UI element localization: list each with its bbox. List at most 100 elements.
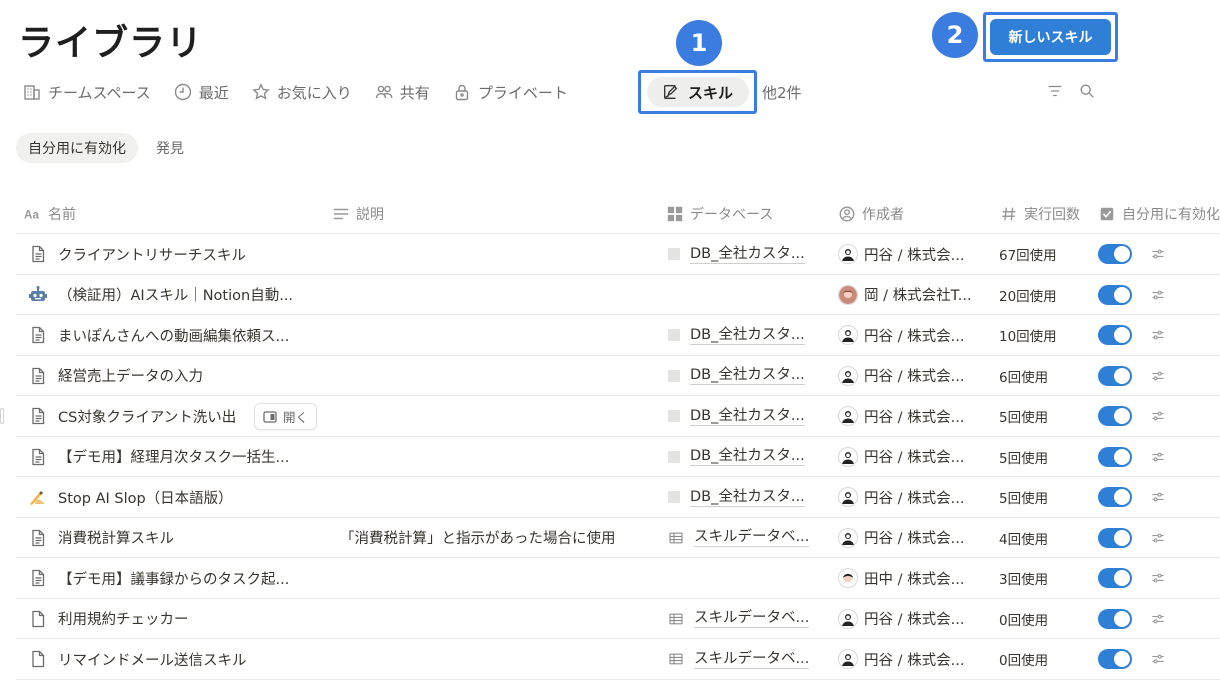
row-name-cell[interactable]: 利用規約チェッカー — [28, 599, 328, 639]
row-name-cell[interactable]: まいぽんさんへの動画編集依頼ス... — [28, 315, 328, 355]
enabled-toggle[interactable] — [1098, 608, 1132, 629]
settings-sliders-icon[interactable] — [1150, 234, 1170, 274]
settings-sliders-icon[interactable] — [1150, 356, 1170, 396]
table-row[interactable]: クライアントリサーチスキル DB_全社カスタ... 円谷 / 株式会... 67回使用 — [16, 234, 1220, 275]
row-name-cell[interactable]: リマインドメール送信スキル — [28, 639, 328, 679]
column-header-enabled[interactable]: 自分用に有効化 — [1098, 204, 1220, 224]
table-row[interactable]: 利用規約チェッカー スキルデータベ... 円谷 / 株式会... 0回使用 — [16, 599, 1220, 639]
enabled-toggle[interactable] — [1098, 325, 1132, 345]
enabled-toggle[interactable] — [1098, 527, 1132, 548]
row-name-cell[interactable]: 【デモ用】議事録からのタスク起... — [28, 558, 328, 598]
row-name-cell[interactable]: クライアントリサーチスキル — [28, 234, 328, 274]
row-author-cell[interactable]: 円谷 / 株式会... — [838, 437, 978, 477]
row-database: DB_全社カスタ... — [690, 367, 805, 385]
row-drag-handle[interactable] — [0, 408, 4, 424]
enabled-toggle[interactable] — [1098, 568, 1132, 588]
tab-skills[interactable]: スキル — [662, 76, 733, 108]
row-database-cell[interactable] — [668, 558, 820, 598]
enabled-toggle[interactable] — [1098, 284, 1132, 305]
row-author-cell[interactable]: 円谷 / 株式会... — [838, 234, 978, 274]
settings-sliders-icon[interactable] — [1150, 558, 1170, 598]
row-author-cell[interactable]: 円谷 / 株式会... — [838, 356, 978, 396]
row-description — [340, 356, 660, 396]
lock-icon — [455, 84, 469, 101]
settings-sliders-icon[interactable] — [1150, 437, 1170, 477]
avatar — [838, 527, 858, 548]
enabled-toggle[interactable] — [1098, 244, 1132, 264]
lines-icon — [333, 208, 349, 219]
row-name-cell[interactable]: （検証用）AIスキル｜Notion自動... — [28, 275, 328, 315]
table-row[interactable]: まいぽんさんへの動画編集依頼ス... DB_全社カスタ... 円谷 / 株式会...… — [16, 315, 1220, 356]
row-database-cell[interactable]: スキルデータベ... — [668, 518, 820, 558]
tab-recent[interactable]: 最近 — [173, 76, 229, 108]
settings-sliders-icon[interactable] — [1150, 599, 1170, 639]
row-database-cell[interactable]: DB_全社カスタ... — [668, 437, 820, 477]
row-author: 岡 / 株式会社T... — [864, 288, 972, 304]
settings-sliders-icon[interactable] — [1150, 275, 1170, 315]
column-header-description[interactable]: 説明 — [332, 204, 384, 224]
enabled-toggle[interactable] — [1098, 446, 1132, 467]
row-author-cell[interactable]: 円谷 / 株式会... — [838, 477, 978, 517]
enabled-toggle[interactable] — [1098, 487, 1132, 507]
settings-sliders-icon[interactable] — [1150, 315, 1170, 355]
row-author: 円谷 / 株式会... — [864, 247, 965, 264]
settings-sliders-icon[interactable] — [1150, 518, 1170, 558]
blank-page-icon — [28, 609, 48, 629]
table-row[interactable]: 【デモ用】経理月次タスク一括生... DB_全社カスタ... 円谷 / 株式会...… — [16, 437, 1220, 477]
row-description — [340, 639, 660, 679]
new-skill-button[interactable]: 新しいスキル — [990, 19, 1111, 55]
row-author-cell[interactable]: 円谷 / 株式会... — [838, 396, 978, 436]
settings-sliders-icon[interactable] — [1150, 396, 1170, 436]
settings-sliders-icon[interactable] — [1150, 477, 1170, 517]
enabled-toggle[interactable] — [1098, 365, 1132, 386]
row-name-cell[interactable]: 経営売上データの入力 — [28, 356, 328, 396]
row-name-cell[interactable]: Stop AI Slop（日本語版） — [28, 477, 328, 517]
filter-icon[interactable] — [1046, 82, 1064, 100]
row-description — [340, 315, 660, 355]
row-database-cell[interactable]: スキルデータベ... — [668, 599, 820, 639]
table-row[interactable]: Stop AI Slop（日本語版） DB_全社カスタ... 円谷 / 株式会...… — [16, 477, 1220, 518]
row-author-cell[interactable]: 田中 / 株式会... — [838, 558, 978, 598]
row-database-cell[interactable]: DB_全社カスタ... — [668, 234, 820, 274]
table-row[interactable]: リマインドメール送信スキル スキルデータベ... 円谷 / 株式会... 0回使用 — [16, 639, 1220, 680]
search-icon[interactable] — [1078, 82, 1096, 100]
table-header: Aa 名前 説明 データベース 作成者 実行回数 自分用に有効化 — [16, 194, 1220, 234]
side-peek-icon — [263, 410, 277, 423]
filter-discover[interactable]: 発見 — [144, 133, 196, 163]
tab-private[interactable]: プライベート — [452, 76, 568, 108]
row-enabled-cell — [1098, 437, 1138, 477]
row-description — [340, 477, 660, 517]
row-author-cell[interactable]: 岡 / 株式会社T... — [838, 275, 978, 315]
column-header-name[interactable]: Aa 名前 — [24, 204, 76, 224]
row-database-cell[interactable]: DB_全社カスタ... — [668, 396, 820, 436]
row-database: DB_全社カスタ... — [690, 245, 805, 264]
row-database-cell[interactable]: DB_全社カスタ... — [668, 477, 820, 517]
table-row[interactable]: （検証用）AIスキル｜Notion自動... 岡 / 株式会社T... 20回使用 — [16, 275, 1220, 315]
column-header-database[interactable]: データベース — [666, 204, 773, 224]
enabled-toggle[interactable] — [1098, 406, 1132, 426]
row-author-cell[interactable]: 円谷 / 株式会... — [838, 639, 978, 679]
row-author-cell[interactable]: 円谷 / 株式会... — [838, 315, 978, 355]
filter-enabled-for-me[interactable]: 自分用に有効化 — [16, 133, 138, 163]
column-header-uses[interactable]: 実行回数 — [1000, 204, 1082, 224]
row-database-cell[interactable]: DB_全社カスタ... — [668, 356, 820, 396]
table-row[interactable]: 消費税計算スキル 「消費税計算」と指示があった場合に使用 スキルデータベ... 円谷 … — [16, 518, 1220, 558]
tab-shared[interactable]: 共有 — [374, 76, 430, 108]
open-page-button[interactable]: 開く — [254, 403, 318, 430]
row-database-cell[interactable]: スキルデータベ... — [668, 639, 820, 679]
table-row[interactable]: 経営売上データの入力 DB_全社カスタ... 円谷 / 株式会... 6回使用 — [16, 356, 1220, 396]
settings-sliders-icon[interactable] — [1150, 639, 1170, 679]
table-row[interactable]: 【デモ用】議事録からのタスク起... 田中 / 株式会... 3回使用 — [16, 558, 1220, 599]
table-row[interactable]: CS対象クライアント洗い出 DB_全社カスタ... 円谷 / 株式会... 5回使用 開… — [0, 396, 1220, 437]
row-name-cell[interactable]: 消費税計算スキル — [28, 518, 328, 558]
row-author-cell[interactable]: 円谷 / 株式会... — [838, 599, 978, 639]
tab-teamspace[interactable]: チームスペース — [22, 76, 151, 108]
row-name-cell[interactable]: 【デモ用】経理月次タスク一括生... — [28, 437, 328, 477]
row-database-cell[interactable]: DB_全社カスタ... — [668, 315, 820, 355]
enabled-toggle[interactable] — [1098, 649, 1132, 669]
more-tabs-button[interactable]: 他2件 — [762, 76, 802, 108]
column-header-author[interactable]: 作成者 — [838, 204, 904, 224]
row-database-cell[interactable] — [668, 275, 820, 315]
tab-favorites[interactable]: お気に入り — [251, 76, 352, 108]
row-author-cell[interactable]: 円谷 / 株式会... — [838, 518, 978, 558]
